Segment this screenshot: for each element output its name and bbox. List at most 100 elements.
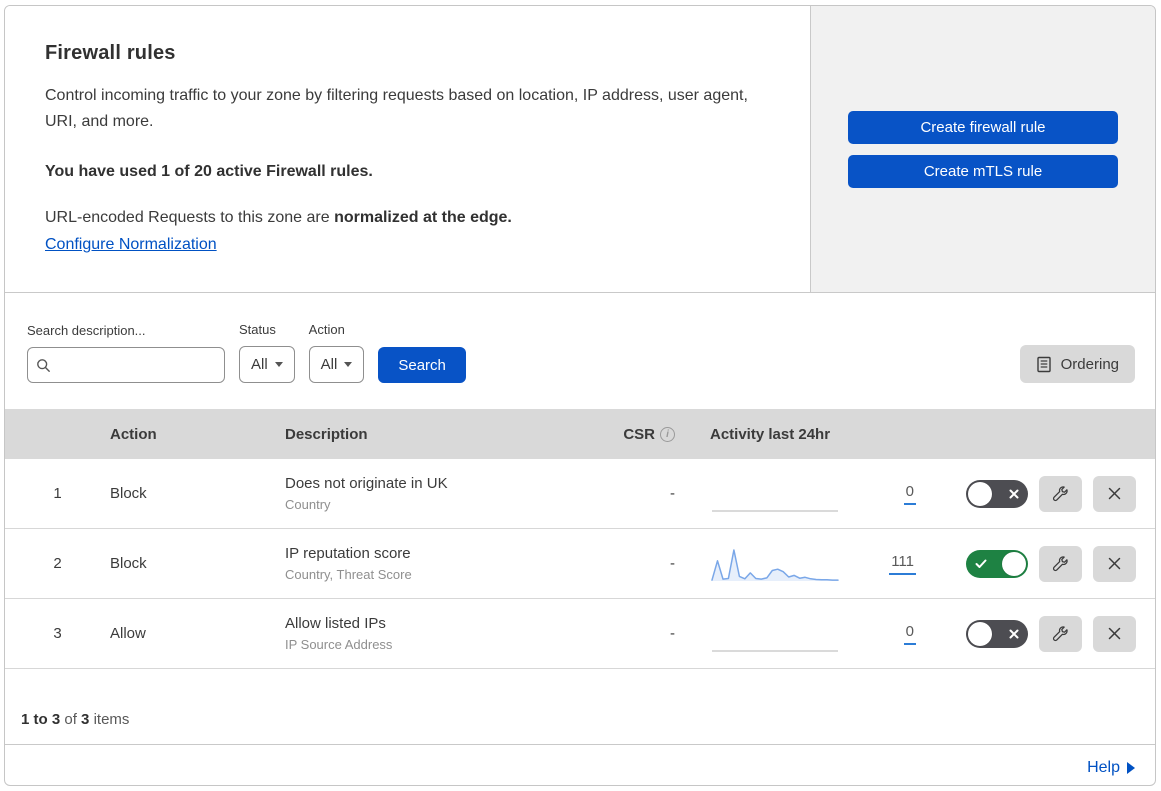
wrench-icon bbox=[1052, 485, 1069, 502]
activity-sparkline bbox=[710, 474, 840, 514]
overview-description: Control incoming traffic to your zone by… bbox=[45, 87, 748, 130]
rule-description-cell: IP reputation score Country, Threat Scor… bbox=[285, 545, 605, 582]
edit-rule-button[interactable] bbox=[1039, 615, 1082, 652]
status-filter-group: Status All bbox=[239, 322, 295, 383]
rule-action: Block bbox=[110, 555, 147, 572]
rules-table-body: 1 Block Does not originate in UK Country… bbox=[5, 459, 1155, 669]
csr-column-header: CSR i bbox=[623, 426, 675, 443]
rule-description: IP reputation score bbox=[285, 545, 411, 562]
rule-criteria: Country, Threat Score bbox=[285, 567, 412, 582]
status-label: Status bbox=[239, 322, 276, 337]
wrench-icon bbox=[1052, 625, 1069, 642]
toggle-knob bbox=[1002, 551, 1026, 576]
usage-summary: You have used 1 of 20 active Firewall ru… bbox=[45, 163, 373, 180]
search-button[interactable]: Search bbox=[378, 347, 466, 383]
configure-normalization-link[interactable]: Configure Normalization bbox=[45, 236, 217, 254]
x-icon bbox=[1009, 629, 1019, 639]
close-icon bbox=[1107, 626, 1122, 641]
help-link[interactable]: Help bbox=[1087, 759, 1135, 777]
action-filter-group: Action All bbox=[308, 322, 365, 383]
item-range: 1 to 3 bbox=[21, 711, 61, 728]
rule-activity-cell: 0 bbox=[675, 614, 920, 654]
status-dropdown-value: All bbox=[251, 356, 268, 373]
search-group: Search description... bbox=[27, 323, 225, 383]
page-title: Firewall rules bbox=[45, 42, 176, 64]
actions-panel: Create firewall rule Create mTLS rule bbox=[811, 6, 1155, 292]
search-input[interactable] bbox=[57, 357, 216, 373]
description-column-header: Description bbox=[285, 425, 368, 443]
ordering-button[interactable]: Ordering bbox=[1019, 345, 1135, 383]
items-text: items bbox=[93, 711, 130, 728]
delete-rule-button[interactable] bbox=[1093, 475, 1136, 512]
table-row: 3 Allow Allow listed IPs IP Source Addre… bbox=[5, 599, 1155, 669]
activity-column-header: Activity last 24hr bbox=[710, 425, 831, 443]
chevron-down-icon bbox=[344, 362, 353, 367]
search-label: Search description... bbox=[27, 323, 146, 338]
table-header: Action Description CSR i Activity last 2… bbox=[5, 409, 1155, 459]
edit-rule-button[interactable] bbox=[1039, 545, 1082, 582]
rule-criteria: IP Source Address bbox=[285, 637, 393, 652]
item-total: 3 bbox=[81, 711, 90, 728]
action-dropdown[interactable]: All bbox=[308, 346, 365, 383]
csr-header-label: CSR bbox=[623, 425, 655, 443]
create-mtls-rule-button[interactable]: Create mTLS rule bbox=[848, 154, 1118, 188]
help-link-label: Help bbox=[1087, 759, 1120, 776]
rule-description-cell: Does not originate in UK Country bbox=[285, 475, 605, 512]
delete-rule-button[interactable] bbox=[1093, 615, 1136, 652]
x-icon bbox=[1009, 489, 1019, 499]
activity-count-link[interactable]: 111 bbox=[889, 553, 916, 575]
edit-rule-button[interactable] bbox=[1039, 475, 1082, 512]
activity-sparkline bbox=[710, 544, 840, 584]
wrench-icon bbox=[1052, 555, 1069, 572]
toggle-knob bbox=[968, 621, 992, 646]
rule-criteria: Country bbox=[285, 497, 331, 512]
rule-enabled-toggle[interactable] bbox=[966, 549, 1028, 578]
table-row: 2 Block IP reputation score Country, Thr… bbox=[5, 529, 1155, 599]
rule-enabled-toggle[interactable] bbox=[966, 479, 1028, 508]
close-icon bbox=[1107, 556, 1122, 571]
rule-description: Does not originate in UK bbox=[285, 475, 448, 492]
status-dropdown[interactable]: All bbox=[239, 346, 295, 383]
arrow-right-icon bbox=[1127, 762, 1135, 774]
rule-index: 2 bbox=[53, 555, 62, 572]
overview-text-panel: Firewall rules Control incoming traffic … bbox=[5, 6, 811, 292]
ordering-button-label: Ordering bbox=[1060, 355, 1119, 373]
rule-index: 3 bbox=[53, 625, 62, 642]
rule-activity-cell: 111 bbox=[675, 544, 920, 584]
rule-description: Allow listed IPs bbox=[285, 615, 386, 632]
normalization-note: URL-encoded Requests to this zone are no… bbox=[45, 209, 770, 227]
check-icon bbox=[975, 559, 987, 569]
activity-count-link[interactable]: 0 bbox=[903, 483, 916, 505]
normalization-prefix: URL-encoded Requests to this zone are bbox=[45, 209, 335, 226]
create-firewall-rule-button[interactable]: Create firewall rule bbox=[848, 110, 1118, 144]
action-column-header: Action bbox=[110, 425, 157, 443]
firewall-rules-panel: Firewall rules Control incoming traffic … bbox=[4, 5, 1156, 786]
rule-controls bbox=[920, 475, 1155, 512]
rule-enabled-toggle[interactable] bbox=[966, 619, 1028, 648]
close-icon bbox=[1107, 486, 1122, 501]
rule-action: Allow bbox=[110, 625, 146, 642]
info-icon[interactable]: i bbox=[660, 426, 675, 442]
pagination-summary: 1 to 3 of 3 items bbox=[5, 669, 1155, 745]
delete-rule-button[interactable] bbox=[1093, 545, 1136, 582]
help-row: Help bbox=[5, 745, 1155, 785]
search-box bbox=[27, 347, 225, 383]
table-row: 1 Block Does not originate in UK Country… bbox=[5, 459, 1155, 529]
normalization-bold: normalized at the edge. bbox=[334, 209, 512, 226]
action-dropdown-value: All bbox=[320, 356, 338, 373]
search-icon bbox=[36, 358, 51, 373]
rule-controls bbox=[920, 615, 1155, 652]
activity-count-link[interactable]: 0 bbox=[903, 623, 916, 645]
rule-controls bbox=[920, 545, 1155, 582]
overview-section: Firewall rules Control incoming traffic … bbox=[5, 6, 1155, 293]
rule-action: Block bbox=[110, 485, 147, 502]
rule-description-cell: Allow listed IPs IP Source Address bbox=[285, 615, 605, 652]
rule-activity-cell: 0 bbox=[675, 474, 920, 514]
chevron-down-icon bbox=[274, 362, 283, 367]
list-document-icon bbox=[1036, 356, 1052, 373]
activity-sparkline bbox=[710, 614, 840, 654]
filter-bar: Search description... Status All Action … bbox=[5, 293, 1155, 409]
toggle-knob bbox=[968, 481, 992, 506]
rule-index: 1 bbox=[53, 485, 62, 502]
action-label: Action bbox=[308, 322, 345, 337]
